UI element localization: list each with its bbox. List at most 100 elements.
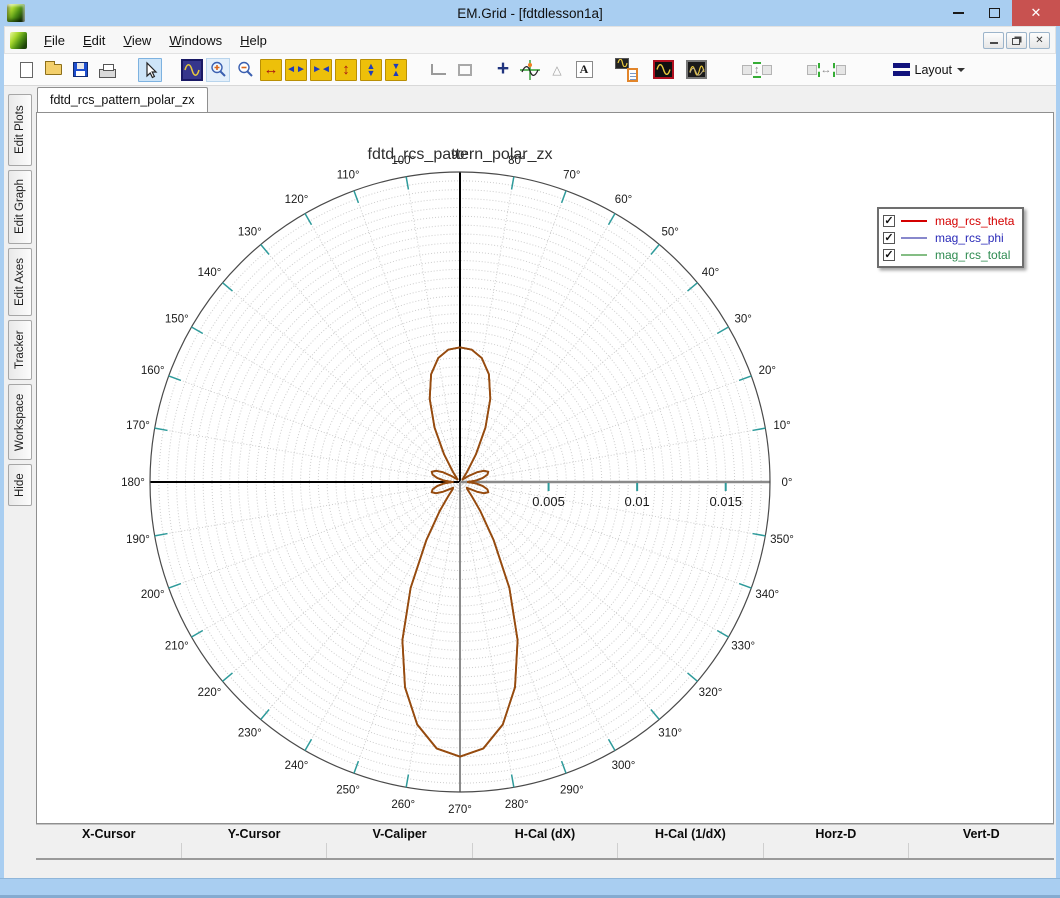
plot-dark-icon[interactable] bbox=[653, 60, 674, 79]
legend: ✓ mag_rcs_theta ✓ mag_rcs_phi ✓ mag_rcs_total bbox=[877, 207, 1025, 268]
fit-horizontal-icon[interactable]: ↔ bbox=[806, 62, 846, 77]
document-tab[interactable]: fdtd_rcs_pattern_polar_zx bbox=[37, 87, 208, 112]
plot-overlay-icon[interactable] bbox=[686, 60, 707, 79]
status-column-value bbox=[762, 843, 909, 858]
angle-label: 70° bbox=[563, 170, 580, 182]
sidebar-tab-tracker[interactable]: Tracker bbox=[8, 320, 32, 380]
legend-label: mag_rcs_phi bbox=[935, 230, 1004, 245]
angle-label: 240° bbox=[285, 760, 309, 772]
crosshair-icon[interactable]: + bbox=[491, 58, 515, 82]
angle-label: 0° bbox=[782, 477, 793, 489]
select-box-icon[interactable] bbox=[453, 58, 477, 82]
legend-row: ✓ mag_rcs_phi bbox=[883, 229, 1014, 246]
menu-item-windows[interactable]: Windows bbox=[160, 29, 231, 52]
window-title: EM.Grid - [fdtdlesson1a] bbox=[457, 5, 603, 21]
compress-x-icon[interactable]: ►◄ bbox=[310, 58, 332, 81]
status-column-label: H-Cal (1/dX) bbox=[654, 827, 726, 841]
chevron-down-icon bbox=[957, 67, 966, 72]
status-column-value bbox=[471, 843, 618, 858]
angle-label: 270° bbox=[448, 804, 472, 816]
angle-label: 110° bbox=[337, 170, 360, 182]
menu-item-edit[interactable]: Edit bbox=[74, 29, 114, 52]
sidebar-tab-hide[interactable]: Hide bbox=[8, 464, 32, 506]
status-column-label: V-Caliper bbox=[372, 827, 427, 841]
expand-y-icon[interactable]: ↕ bbox=[335, 58, 357, 81]
legend-line-sample bbox=[901, 236, 927, 239]
angle-label: 350° bbox=[770, 534, 794, 546]
angle-label: 60° bbox=[615, 194, 632, 206]
mdi-restore-button[interactable] bbox=[1006, 31, 1027, 49]
legend-label: mag_rcs_theta bbox=[935, 213, 1015, 228]
layout-menu-label: Layout bbox=[914, 62, 953, 77]
open-file-icon[interactable] bbox=[41, 58, 65, 82]
sidebar-tab-edit-plots[interactable]: Edit Plots bbox=[8, 94, 32, 166]
plot-icon[interactable] bbox=[181, 58, 203, 81]
toolbar: ↔ ◄► ►◄ ↕ ▲ ▼ ▼ ▲ + △ A ↕ ↔ Layout bbox=[4, 54, 1056, 86]
status-column-value bbox=[908, 843, 1054, 858]
status-column-value bbox=[617, 843, 763, 858]
angle-label: 50° bbox=[661, 227, 678, 239]
text-label-icon[interactable]: A bbox=[572, 58, 596, 82]
sidebar-tab-edit-axes[interactable]: Edit Axes bbox=[8, 248, 32, 316]
mdi-close-button[interactable]: ✕ bbox=[1029, 31, 1050, 49]
legend-checkbox[interactable]: ✓ bbox=[883, 231, 895, 244]
angle-label: 210° bbox=[165, 641, 189, 653]
tracker-icon[interactable] bbox=[518, 58, 542, 82]
sidebar-tab-workspace[interactable]: Workspace bbox=[8, 384, 32, 460]
menu-item-file[interactable]: File bbox=[35, 29, 74, 52]
em-grid-window: { "window": { "title": "EM.Grid - [fdtdl… bbox=[0, 0, 1060, 898]
status-column-value bbox=[36, 843, 181, 858]
status-column-value bbox=[180, 843, 327, 858]
zoom-out-icon[interactable] bbox=[233, 58, 257, 82]
expand-x-icon[interactable]: ↔ bbox=[260, 58, 282, 81]
status-column-value bbox=[326, 843, 472, 858]
legend-checkbox[interactable]: ✓ bbox=[883, 214, 895, 227]
status-column-label: X-Cursor bbox=[81, 827, 136, 841]
legend-row: ✓ mag_rcs_theta bbox=[883, 212, 1014, 229]
legend-line-sample bbox=[901, 219, 927, 222]
title-bar: EM.Grid - [fdtdlesson1a] ✕ bbox=[0, 0, 1060, 26]
save-icon[interactable] bbox=[68, 58, 92, 82]
sidebar: Edit Plots Edit Graph Edit Axes Tracker Work… bbox=[4, 86, 34, 878]
menu-logo-icon bbox=[10, 31, 27, 49]
angle-label: 20° bbox=[759, 365, 776, 377]
zoom-in-icon[interactable] bbox=[206, 57, 230, 82]
plot-notes-icon[interactable] bbox=[615, 57, 639, 82]
fit-vertical-icon[interactable]: ↕ bbox=[742, 61, 772, 78]
print-icon[interactable] bbox=[95, 58, 119, 82]
layout-menu-button[interactable]: Layout bbox=[887, 60, 972, 80]
angle-label: 290° bbox=[560, 784, 584, 796]
angle-label: 40° bbox=[702, 267, 719, 279]
status-column-label: H-Cal (dX) bbox=[514, 827, 576, 841]
angle-label: 180° bbox=[121, 477, 145, 489]
angle-label: 220° bbox=[198, 687, 222, 699]
triangle-icon[interactable]: △ bbox=[545, 58, 569, 82]
arrows-out-x-icon[interactable]: ◄► bbox=[285, 58, 307, 81]
angle-label: 130° bbox=[238, 227, 262, 239]
sidebar-tab-edit-graph[interactable]: Edit Graph bbox=[8, 170, 32, 244]
angle-label: 300° bbox=[612, 760, 636, 772]
status-column-label: Horz-D bbox=[815, 827, 857, 841]
new-file-icon[interactable] bbox=[14, 58, 38, 82]
angle-label: 230° bbox=[238, 727, 262, 739]
plot-panel[interactable]: 0.005 0.01 0.015 0° 10° 20° 30° 40° 50° 60° 70° 80°… bbox=[36, 112, 1054, 824]
menu-item-help[interactable]: Help bbox=[231, 29, 276, 52]
angle-label: 310° bbox=[658, 727, 682, 739]
axes-corner-icon[interactable] bbox=[426, 58, 450, 82]
legend-label: mag_rcs_total bbox=[935, 247, 1011, 262]
status-column-label: Vert-D bbox=[962, 827, 1000, 841]
compress-y-icon[interactable]: ▼ ▲ bbox=[385, 58, 407, 81]
menu-bar: File Edit View Windows Help ✕ bbox=[4, 26, 1056, 54]
angle-label: 340° bbox=[755, 589, 779, 601]
legend-checkbox[interactable]: ✓ bbox=[883, 248, 895, 261]
angle-label: 280° bbox=[505, 799, 529, 811]
menu-item-view[interactable]: View bbox=[114, 29, 160, 52]
status-column-label: Y-Cursor bbox=[227, 827, 281, 841]
legend-row: ✓ mag_rcs_total bbox=[883, 246, 1014, 263]
angle-label: 260° bbox=[391, 799, 415, 811]
status-bar: X-Cursor Y-Cursor V-Caliper H-Cal (dX) H-Cal… bbox=[36, 824, 1054, 860]
arrows-out-y-icon[interactable]: ▲ ▼ bbox=[360, 58, 382, 81]
mdi-minimize-button[interactable] bbox=[983, 31, 1004, 49]
pointer-icon[interactable] bbox=[138, 57, 162, 82]
legend-line-sample bbox=[901, 253, 927, 256]
